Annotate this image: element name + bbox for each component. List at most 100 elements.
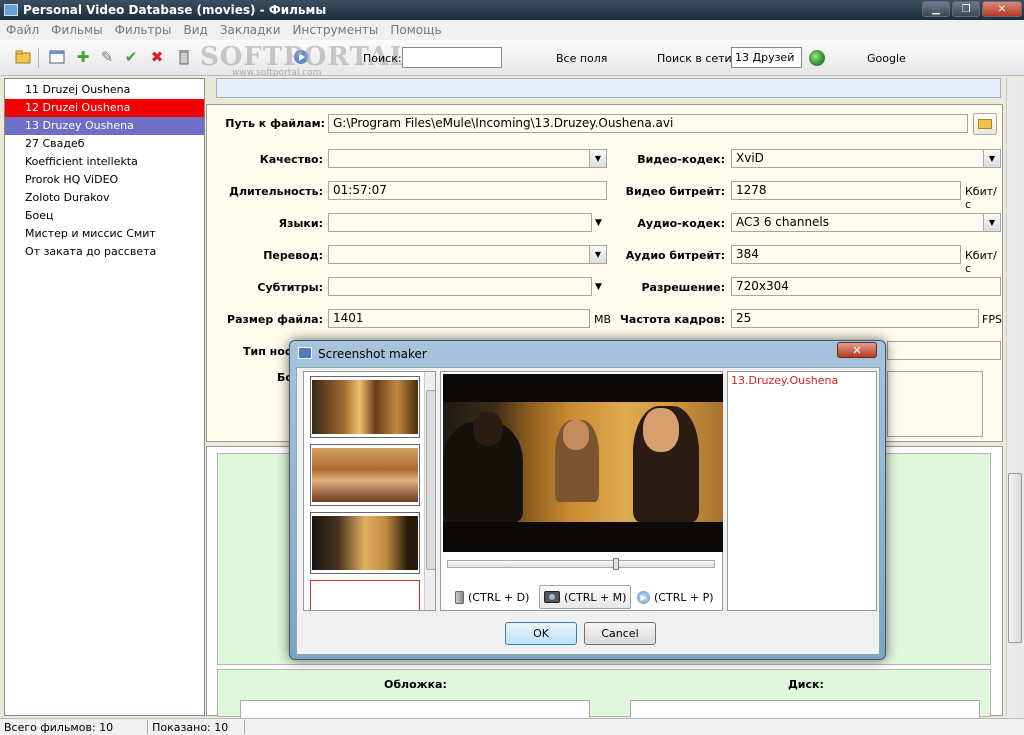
subtitles-field[interactable] [328,277,592,296]
chevron-down-icon[interactable]: ▼ [595,282,602,292]
framerate-label: Частота кадров: [620,313,725,326]
disc-image-box[interactable] [630,700,980,720]
thumbnail[interactable] [310,512,420,574]
list-item[interactable]: Prorok HQ ViDEO [5,171,204,189]
main-scrollbar[interactable] [1006,78,1023,716]
menu-help[interactable]: Помощь [384,23,447,37]
list-item[interactable]: Боец [5,207,204,225]
pencil-icon[interactable]: ✎ [98,48,116,66]
screenshot-maker-dialog: Screenshot maker ✕ (CTRL + D) (CTRL + M)… [289,340,886,660]
movie-file-name: 13.Druzey.Oushena [731,374,839,387]
camera-icon [544,591,560,603]
chevron-down-icon[interactable]: ▼ [595,218,602,228]
minimize-button[interactable]: ▁ [922,1,950,17]
seek-slider-handle[interactable] [613,558,619,570]
thumbnail[interactable] [310,376,420,438]
delete-icon[interactable]: ✖ [148,48,166,66]
maximize-button[interactable]: ❐ [952,1,980,17]
thumbnail-scrollbar[interactable] [424,372,435,610]
app-icon [4,4,18,16]
thumbnail-image [312,448,418,502]
ok-button[interactable]: OK [505,622,577,645]
cover-image-box[interactable] [240,700,590,720]
title-bar: Personal Video Database (movies) - Фильм… [0,0,1024,20]
list-item[interactable]: Мистер и миссис Смит [5,225,204,243]
add-icon[interactable]: ✚ [74,48,92,66]
cancel-button[interactable]: Cancel [584,622,656,645]
browse-folder-button[interactable] [973,113,997,135]
list-item[interactable]: 27 Свадеб [5,135,204,153]
capture-screenshot-button[interactable]: (CTRL + M) [539,585,632,609]
resolution-label: Разрешение: [641,281,725,294]
menu-movies[interactable]: Фильмы [45,23,108,37]
play-icon: ▶ [637,590,650,604]
filesize-field[interactable]: 1401 [328,309,590,328]
scroll-thumb[interactable] [1008,473,1022,643]
dialog-close-button[interactable]: ✕ [837,342,877,358]
audio-codec-select[interactable]: AC3 6 channels ▼ [731,213,1001,232]
path-field[interactable]: G:\Program Files\eMule\Incoming\13.Druze… [328,114,968,133]
menu-filters[interactable]: Фильтры [109,23,178,37]
video-codec-value: XviD [736,151,764,165]
thumbnail[interactable] [310,444,420,506]
globe-icon[interactable] [809,50,825,66]
video-bitrate-label: Видео битрейт: [625,185,725,198]
web-search-input[interactable] [731,47,802,68]
chevron-down-icon[interactable]: ▼ [983,214,1000,231]
check-icon[interactable]: ✔ [122,48,140,66]
close-button[interactable]: ✕ [982,1,1022,17]
all-fields-select[interactable]: Все поля [556,52,607,65]
video-codec-select[interactable]: XviD ▼ [731,149,1001,168]
chevron-down-icon[interactable]: ▼ [983,150,1000,167]
menu-view[interactable]: Вид [178,23,214,37]
languages-field[interactable] [328,213,592,232]
watermark-url: www.softportal.com [232,68,322,78]
play-button[interactable]: ▶ (CTRL + P) [633,585,718,609]
list-item[interactable]: 12 Druzei Oushena [5,99,204,117]
list-item[interactable]: От заката до рассвета [5,243,204,261]
quality-label: Качество: [259,153,323,166]
delete-screenshot-button[interactable]: (CTRL + D) [451,585,533,609]
search-input[interactable] [402,47,502,68]
video-bitrate-field[interactable]: 1278 [731,181,961,200]
notes-box[interactable] [887,371,983,437]
audio-bitrate-field[interactable]: 384 [731,245,961,264]
video-image [443,402,723,522]
menu-tools[interactable]: Инструменты [287,23,385,37]
video-codec-label: Видео-кодек: [637,153,725,166]
open-folder-icon[interactable] [14,48,32,66]
trash-icon[interactable] [175,48,193,66]
menu-bar: Файл Фильмы Фильтры Вид Закладки Инструм… [0,20,1024,40]
status-total: Всего фильмов: 10 [4,720,114,734]
thumbnail-image [312,516,418,570]
edit-window-icon[interactable] [48,48,66,66]
menu-file[interactable]: Файл [0,23,45,37]
video-frame[interactable] [443,374,723,552]
movie-list: 11 Druzej Oushena 12 Druzei Oushena 13 D… [4,78,205,716]
chevron-down-icon[interactable]: ▼ [589,246,606,263]
video-viewer: (CTRL + D) (CTRL + M) ▶ (CTRL + P) [440,371,723,611]
search-engine-select[interactable]: Google [867,52,906,65]
chevron-down-icon[interactable]: ▼ [589,150,606,167]
framerate-field[interactable]: 25 [731,309,979,328]
thumbnail-scroll-thumb[interactable] [426,390,435,570]
translation-select[interactable]: ▼ [328,245,607,264]
list-item[interactable]: Koefficient intellekta [5,153,204,171]
filesize-unit: MB [594,313,612,326]
resolution-field[interactable]: 720x304 [731,277,1001,296]
list-item-selected[interactable]: 13 Druzey Oushena [5,117,204,135]
menu-bookmarks[interactable]: Закладки [214,23,287,37]
list-item[interactable]: Zoloto Durakov [5,189,204,207]
thumbnail-image [312,380,418,434]
list-item[interactable]: 11 Druzej Oushena [5,81,204,99]
duration-field[interactable]: 01:57:07 [328,181,607,200]
delete-shortcut-label: (CTRL + D) [468,590,530,604]
thumbnail-placeholder[interactable] [310,580,420,610]
path-label: Путь к файлам: [225,117,325,130]
framerate-unit: FPS [982,313,1002,326]
audio-bitrate-label: Аудио битрейт: [625,249,725,262]
status-bar: Всего фильмов: 10 Показано: 10 [0,718,1024,735]
seek-bar[interactable] [447,560,715,568]
quality-select[interactable]: ▼ [328,149,607,168]
media-type-field-right[interactable] [887,341,1001,360]
